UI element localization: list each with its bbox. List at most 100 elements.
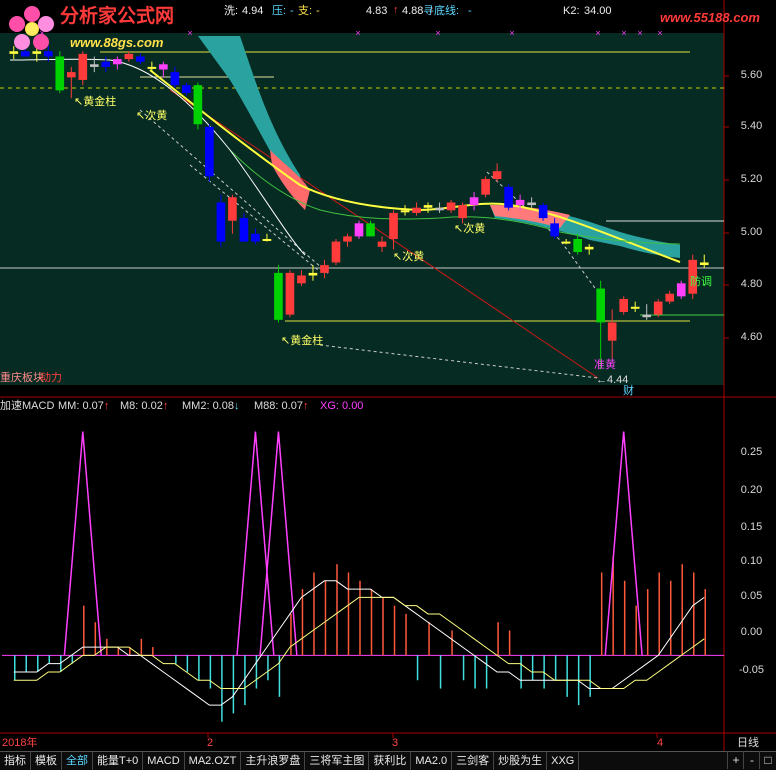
indicator-tick: 0.25 [740, 446, 763, 458]
gold-pillar-label: ↖黄金柱 [74, 96, 117, 108]
candle-body [630, 306, 640, 309]
time-label: 4 [657, 737, 664, 749]
tab-trading-life[interactable]: 炒股为生 [494, 752, 548, 770]
candle-body [458, 205, 467, 219]
candle-body [400, 210, 410, 213]
candle-body [619, 298, 629, 312]
candle-body [642, 314, 652, 318]
indicator-xg: XG: 0.00 [320, 400, 364, 412]
signal-marker: × [621, 28, 626, 38]
power-label: 动力 [40, 372, 62, 384]
quasi-gold-label: 准黄 [594, 359, 616, 371]
candle-body [216, 202, 226, 242]
candle-body [101, 61, 111, 67]
logo-url: www.88gs.com [70, 35, 164, 50]
second-gold-label: ↖次黄 [454, 223, 486, 235]
candle-body [297, 275, 306, 284]
tab-bar: 指标 模板 全部 能量T+0 MACD MA2.OZT 主升浪罗盘 三将军主图 … [0, 751, 776, 770]
tab-three-swords[interactable]: 三剑客 [452, 752, 495, 770]
tab-template[interactable]: 模板 [31, 752, 62, 770]
candle-body [239, 218, 249, 242]
pressure-value: - [290, 5, 294, 17]
chart-area[interactable]: × × × × × × × × × [0, 0, 776, 769]
candle-body [251, 233, 260, 242]
candle-body [584, 246, 594, 250]
candle-body [676, 283, 686, 297]
candle-body [469, 197, 479, 206]
tab-all[interactable]: 全部 [62, 752, 93, 770]
candle-body [228, 197, 237, 221]
price-tick: 5.20 [740, 173, 763, 185]
candle-body [170, 72, 180, 86]
indicator-tick: 0.00 [740, 626, 763, 638]
k2-label: K2: [563, 5, 580, 17]
second-gold-label: ↖次黄 [393, 251, 425, 263]
window-button[interactable]: □ [759, 751, 776, 769]
candle-body [412, 207, 421, 213]
candle-body [354, 223, 364, 237]
signal-marker: × [509, 28, 514, 38]
support-value: - [316, 5, 320, 17]
indicator-tick: 0.05 [740, 590, 763, 602]
tab-energy[interactable]: 能量T+0 [93, 752, 144, 770]
price-tick: 5.60 [740, 69, 763, 81]
candle-body [538, 205, 548, 219]
signal-marker: × [435, 28, 440, 38]
candle-body [377, 241, 387, 247]
bottom-line-value: - [468, 5, 472, 17]
candle-body [515, 199, 525, 206]
time-label: 2 [207, 737, 214, 749]
pressure-label: 压: [272, 5, 287, 17]
candle-body [607, 322, 617, 341]
tab-macd[interactable]: MACD [143, 752, 185, 770]
candle-body [320, 265, 329, 273]
candle-body [193, 85, 203, 125]
zoom-out-button[interactable]: - [743, 751, 760, 769]
candle-body [55, 56, 65, 91]
price-tick: 4.80 [740, 278, 763, 290]
bottom-line-label: 寻底线: [423, 5, 460, 17]
candle-body [182, 85, 191, 93]
mm-line [13, 580, 705, 706]
candle-body [699, 262, 709, 266]
candle-body [653, 301, 663, 315]
candle-body [274, 272, 283, 320]
value-1: 4.83 [366, 5, 388, 17]
logo-text: 分析家公式网 [60, 6, 175, 27]
period-label[interactable]: 日线 [737, 736, 759, 750]
candle-body [481, 179, 490, 195]
k2-value: 34.00 [584, 5, 612, 17]
indicator-tick: 0.10 [740, 555, 763, 567]
signal-marker: × [637, 28, 642, 38]
tab-ma2[interactable]: MA2.0 [411, 752, 453, 770]
candle-body [366, 223, 375, 237]
candle-body [66, 72, 76, 78]
candle-body [124, 53, 134, 60]
tab-main-wave[interactable]: 主升浪罗盘 [241, 752, 306, 770]
gold-pillar-label: ↖黄金柱 [281, 335, 324, 347]
tab-xxg[interactable]: XXG [547, 752, 580, 770]
indicator-tick: 0.20 [740, 484, 763, 496]
indicator-tick: -0.05 [738, 664, 765, 676]
candle-body [308, 272, 318, 276]
candle-body [573, 238, 582, 253]
zoom-in-button[interactable]: + [727, 751, 744, 769]
stock-sector-label: 重庆板块 [0, 372, 44, 384]
candle-body [205, 126, 214, 177]
candle-body [423, 205, 433, 208]
candle-body [665, 293, 675, 302]
cai-label: 财 [623, 385, 634, 397]
candle-body [136, 56, 145, 62]
tab-indicator[interactable]: 指标 [0, 752, 31, 770]
price-tick: 5.40 [740, 120, 763, 132]
signal-marker: × [187, 28, 192, 38]
second-gold-label: ↖次黄 [136, 110, 168, 122]
tab-ma2-ozt[interactable]: MA2.OZT [185, 752, 242, 770]
indicator-name[interactable]: 加速MACD [0, 399, 54, 413]
candle-body [113, 59, 122, 65]
tab-three-generals[interactable]: 三将军主图 [305, 752, 370, 770]
signal-marker: × [355, 28, 360, 38]
candle-body [89, 64, 99, 67]
guard-label: 防调 [690, 276, 712, 288]
tab-profit-ratio[interactable]: 获利比 [369, 752, 412, 770]
